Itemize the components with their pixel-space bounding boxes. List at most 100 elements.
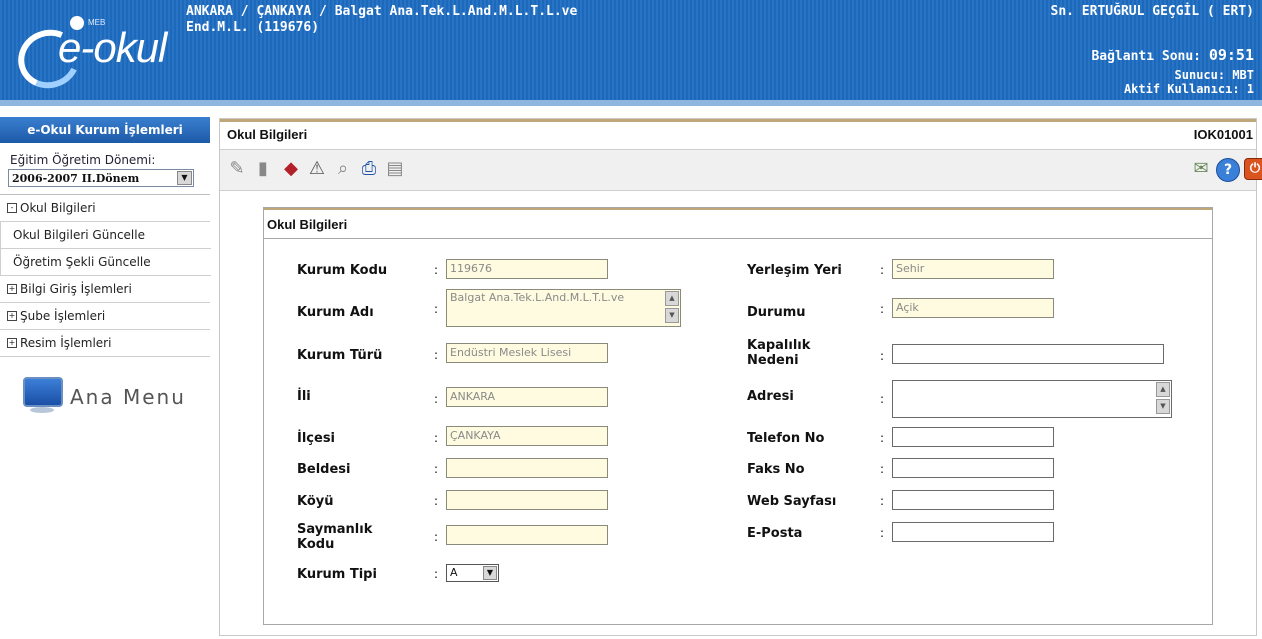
yerlesim-yeri-label: Yerleşim Yeri: [747, 263, 842, 278]
print-icon[interactable]: ⎙: [358, 158, 380, 180]
message-icon[interactable]: ✉: [1190, 158, 1212, 180]
ili-field[interactable]: ANKARA: [446, 387, 608, 407]
kurum-tipi-label: Kurum Tipi: [297, 567, 377, 582]
info-panel: Okul Bilgileri Kurum Kodu : 119676 Kurum…: [263, 207, 1213, 625]
chevron-down-icon[interactable]: ▼: [177, 171, 192, 185]
colon: :: [880, 431, 885, 445]
yerlesim-yeri-field[interactable]: Sehir: [892, 259, 1054, 279]
edit-icon[interactable]: ✎: [226, 158, 248, 180]
sidebar-item-label: Resim İşlemleri: [20, 336, 112, 350]
toolbar: ✎ ▮ ◆ ⚠ ⌕ ⎙ ▤ ✉ ? ⏻: [220, 149, 1262, 191]
panel-title: Okul Bilgileri: [267, 217, 348, 232]
main-content: Okul Bilgileri IOK01001 ✎ ▮ ◆ ⚠ ⌕ ⎙ ▤ ✉ …: [219, 118, 1262, 636]
web-sayfasi-field[interactable]: [892, 490, 1054, 510]
colon: :: [434, 567, 439, 581]
colon: :: [434, 462, 439, 476]
header-strip: [0, 100, 1262, 106]
warning-icon[interactable]: ⚠: [306, 158, 328, 180]
header-bar: MEB e-okul ANKARA / ÇANKAYA / Balgat Ana…: [0, 0, 1262, 106]
faks-no-field[interactable]: [892, 458, 1054, 478]
page-code: IOK01001: [1193, 127, 1253, 142]
user-name: Sn. ERTUĞRUL GEÇGİL ( ERT): [1050, 4, 1255, 19]
sidebar-item-okul-bilgileri[interactable]: - Okul Bilgileri: [0, 195, 210, 222]
sidebar-item-label: Okul Bilgileri Güncelle: [13, 228, 145, 242]
e-okul-logo: MEB e-okul: [9, 10, 194, 97]
monitor-icon: [20, 377, 64, 413]
colon: :: [880, 462, 885, 476]
saymanlik-kodu-field[interactable]: [446, 525, 608, 545]
adresi-label: Adresi: [747, 389, 794, 404]
kurum-turu-field[interactable]: Endüstri Meslek Lisesi: [446, 343, 608, 363]
sidebar-item-label: Okul Bilgileri: [20, 201, 96, 215]
ilcesi-field[interactable]: ÇANKAYA: [446, 426, 608, 446]
kapalilik-nedeni-field[interactable]: [892, 344, 1164, 364]
expand-icon: +: [7, 283, 17, 294]
kurum-tipi-select[interactable]: A ▼: [446, 564, 499, 582]
colon: :: [880, 494, 885, 508]
sidebar: e-Okul Kurum İşlemleri Eğitim Öğretim Dö…: [0, 117, 211, 423]
scroll-down-icon[interactable]: ▼: [665, 308, 679, 323]
kurum-adi-field[interactable]: Balgat Ana.Tek.L.And.M.L.T.L.ve ▲ ▼: [446, 289, 681, 327]
kurum-kodu-field[interactable]: 119676: [446, 259, 608, 279]
exit-icon[interactable]: ⏻: [1244, 158, 1262, 180]
colon: :: [880, 302, 885, 316]
sidebar-item-okul-bilgileri-guncelle[interactable]: Okul Bilgileri Güncelle: [0, 222, 211, 249]
ili-label: İli: [297, 389, 311, 404]
server-info: Sunucu: MBT Aktif Kullanıcı: 1: [1124, 68, 1254, 96]
sidebar-item-sube-islemleri[interactable]: + Şube İşlemleri: [0, 303, 210, 330]
ilcesi-label: İlçesi: [297, 431, 336, 446]
e-posta-label: E-Posta: [747, 526, 803, 541]
expand-icon: +: [7, 337, 17, 348]
chevron-down-icon[interactable]: ▼: [483, 566, 497, 580]
kurum-kodu-label: Kurum Kodu: [297, 263, 388, 278]
e-posta-field[interactable]: [892, 522, 1054, 542]
durumu-field[interactable]: Açik: [892, 298, 1054, 318]
colon: :: [880, 263, 885, 277]
school-line-2: End.M.L. (119676): [186, 20, 320, 35]
beldesi-field[interactable]: [446, 458, 608, 478]
kurum-adi-spinner[interactable]: ▲ ▼: [665, 291, 679, 323]
colon: :: [434, 263, 439, 277]
web-sayfasi-label: Web Sayfası: [747, 494, 837, 509]
colon: :: [434, 302, 439, 316]
colon: :: [434, 431, 439, 445]
kurum-tipi-value: A: [450, 566, 458, 579]
term-select[interactable]: 2006-2007 II.Dönem ▼: [8, 169, 194, 187]
ana-menu-link[interactable]: Ana Menu: [20, 377, 210, 423]
sidebar-item-label: Bilgi Giriş İşlemleri: [20, 282, 132, 296]
active-users-label: Aktif Kullanıcı: 1: [1123, 82, 1254, 96]
koyu-field[interactable]: [446, 490, 608, 510]
search-icon[interactable]: ⌕: [332, 158, 354, 180]
clear-icon[interactable]: ◆: [280, 158, 302, 180]
export-icon[interactable]: ▤: [384, 158, 406, 180]
scroll-up-icon[interactable]: ▲: [665, 291, 679, 306]
faks-no-label: Faks No: [747, 462, 805, 477]
sidebar-item-label: Şube İşlemleri: [20, 309, 106, 323]
colon: :: [434, 494, 439, 508]
sidebar-item-resim-islemleri[interactable]: + Resim İşlemleri: [0, 330, 210, 357]
kurum-adi-label: Kurum Adı: [297, 305, 374, 320]
kurum-turu-label: Kurum Türü: [297, 348, 383, 363]
sidebar-title: e-Okul Kurum İşlemleri: [0, 117, 210, 143]
expand-icon: +: [7, 310, 17, 321]
beldesi-label: Beldesi: [297, 462, 351, 477]
scroll-down-icon[interactable]: ▼: [1156, 399, 1170, 414]
adresi-field[interactable]: ▲ ▼: [892, 380, 1172, 418]
telefon-no-field[interactable]: [892, 427, 1054, 447]
kurum-adi-value: Balgat Ana.Tek.L.And.M.L.T.L.ve: [450, 291, 625, 304]
panel-separator: [264, 238, 1212, 239]
colon: :: [880, 526, 885, 540]
logo-text: e-okul: [58, 24, 167, 71]
sidebar-item-label: Öğretim Şekli Güncelle: [13, 255, 151, 269]
ana-menu-label: Ana Menu: [70, 385, 186, 409]
term-label: Eğitim Öğretim Dönemi:: [10, 153, 156, 167]
connection-label: Bağlantı Sonu:: [1091, 49, 1202, 64]
delete-icon[interactable]: ▮: [252, 158, 274, 180]
koyu-label: Köyü: [297, 494, 334, 509]
help-icon[interactable]: ?: [1216, 158, 1240, 182]
term-select-value: 2006-2007 II.Dönem: [12, 172, 140, 185]
sidebar-item-ogretim-sekli-guncelle[interactable]: Öğretim Şekli Güncelle: [0, 249, 211, 276]
scroll-up-icon[interactable]: ▲: [1156, 382, 1170, 397]
sidebar-item-bilgi-giris-islemleri[interactable]: + Bilgi Giriş İşlemleri: [0, 276, 210, 303]
adresi-spinner[interactable]: ▲ ▼: [1156, 382, 1170, 414]
